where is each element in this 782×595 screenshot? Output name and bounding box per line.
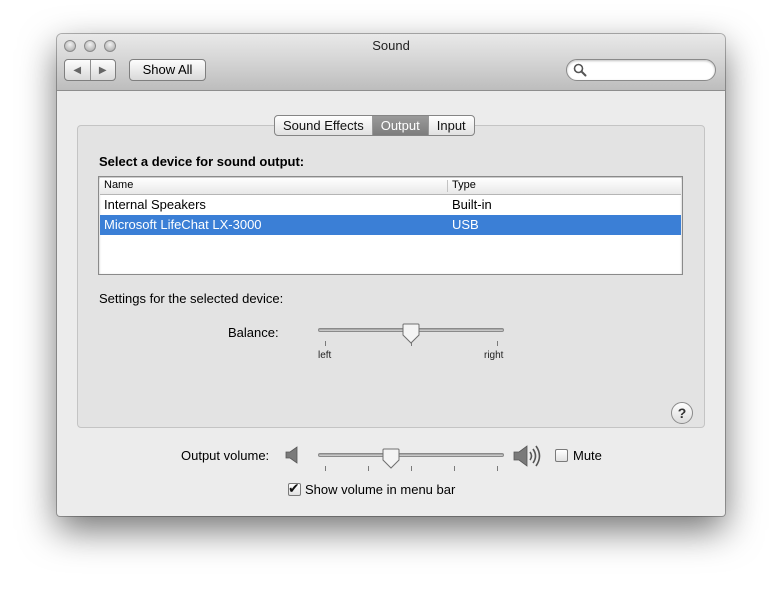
column-header-type[interactable]: Type (452, 179, 476, 191)
volume-tick (325, 466, 326, 471)
volume-tick (497, 466, 498, 471)
help-button[interactable]: ? (671, 402, 693, 424)
search-input[interactable] (589, 62, 707, 78)
table-row-selected[interactable]: Microsoft LifeChat LX-3000 USB (100, 215, 681, 235)
window-title: Sound (372, 38, 410, 53)
volume-tick (368, 466, 369, 471)
volume-slider-knob[interactable] (382, 448, 400, 470)
balance-tick-right (497, 341, 498, 346)
output-volume-label: Output volume: (181, 448, 270, 463)
tab-output[interactable]: Output (371, 116, 428, 135)
checkmark-icon: ✔ (288, 480, 300, 496)
device-type: Built-in (452, 197, 492, 212)
back-button[interactable]: ◀ (65, 60, 91, 80)
sound-preferences-window: Sound ◀ ▶ Show All Sound Effects Output … (57, 34, 725, 516)
balance-left-label: left (318, 350, 332, 361)
output-panel (77, 125, 705, 428)
balance-tick-left (325, 341, 326, 346)
speaker-high-icon (513, 445, 541, 467)
table-header: Name Type (100, 178, 681, 195)
volume-tick (454, 466, 455, 471)
tab-bar: Sound Effects Output Input (274, 115, 475, 136)
show-volume-label[interactable]: Show volume in menu bar (305, 482, 455, 497)
tab-sound-effects[interactable]: Sound Effects (275, 116, 372, 135)
device-type: USB (452, 217, 479, 232)
device-name: Internal Speakers (104, 197, 206, 212)
title-bar: Sound ◀ ▶ Show All (57, 34, 725, 91)
mute-label[interactable]: Mute (573, 448, 602, 463)
question-mark-icon: ? (677, 405, 687, 421)
device-section-label: Select a device for sound output: (99, 154, 305, 169)
magnifier-icon (573, 63, 587, 77)
balance-label: Balance: (228, 325, 279, 340)
settings-label: Settings for the selected device: (99, 291, 284, 306)
show-all-button[interactable]: Show All (129, 59, 206, 81)
back-forward-buttons: ◀ ▶ (64, 59, 116, 81)
table-row[interactable]: Internal Speakers Built-in (100, 195, 681, 215)
tab-input[interactable]: Input (427, 116, 474, 135)
search-field[interactable] (566, 59, 716, 81)
column-divider (447, 180, 448, 192)
output-device-table[interactable]: Name Type Internal Speakers Built-in Mic… (98, 176, 683, 275)
balance-right-label: right (484, 350, 504, 361)
volume-slider-track[interactable] (318, 453, 504, 457)
mute-checkbox[interactable] (555, 449, 568, 462)
column-header-name[interactable]: Name (104, 179, 133, 191)
device-name: Microsoft LifeChat LX-3000 (104, 217, 262, 232)
show-volume-checkbox[interactable]: ✔ (288, 480, 301, 496)
speaker-low-icon (285, 446, 298, 464)
balance-slider-knob[interactable] (402, 323, 420, 345)
volume-tick (411, 466, 412, 471)
forward-button[interactable]: ▶ (91, 60, 116, 80)
